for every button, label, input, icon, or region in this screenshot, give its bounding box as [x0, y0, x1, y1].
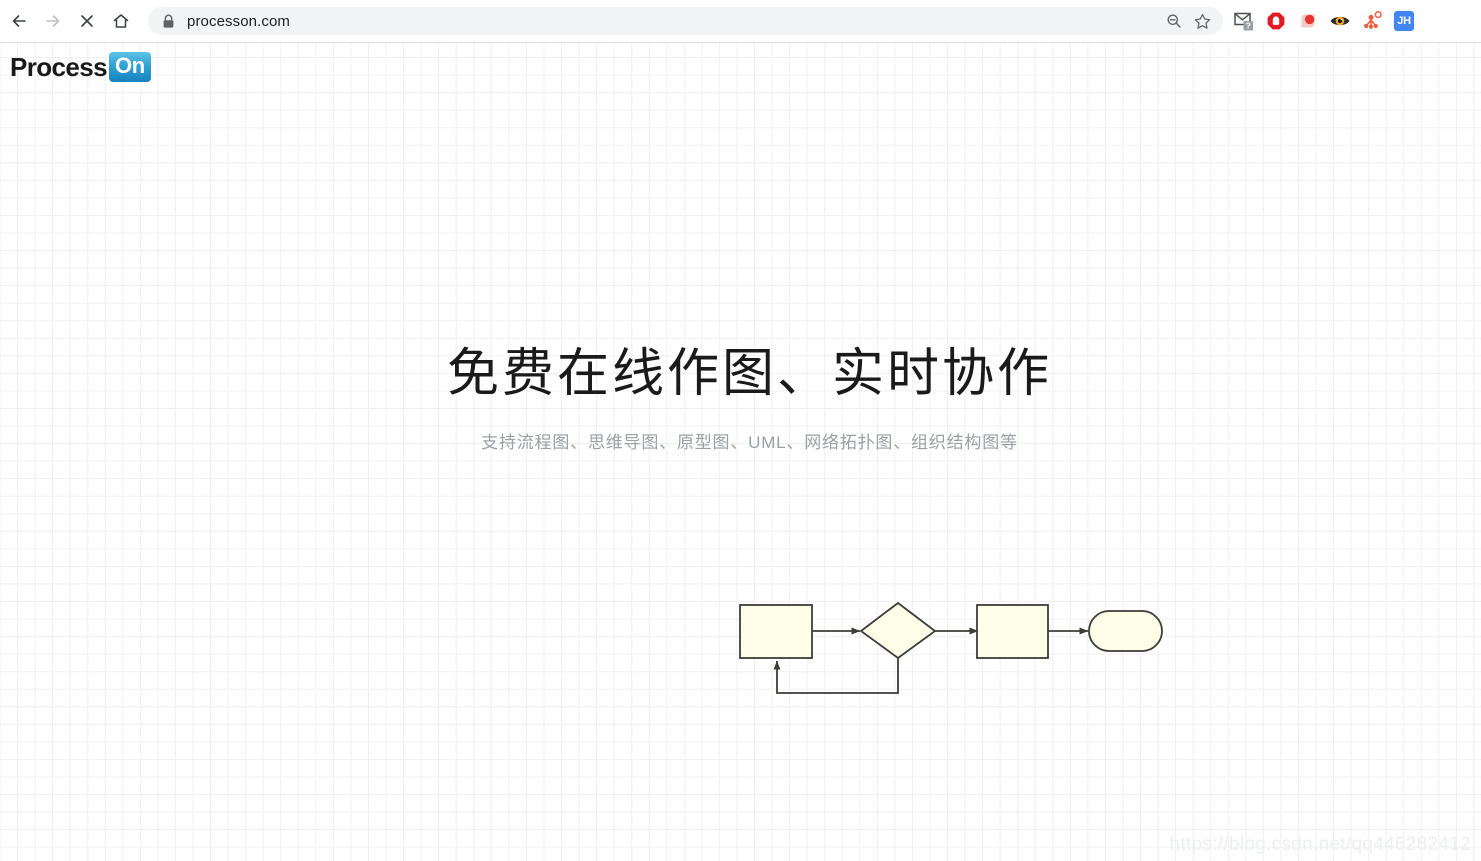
page-title: 免费在线作图、实时协作	[446, 345, 1052, 403]
red-blob-extension-icon[interactable]	[1293, 6, 1323, 36]
watermark-text: https://blog.csdn.net/qq446282412	[1169, 834, 1471, 855]
eye-tracking-icon[interactable]	[1325, 6, 1355, 36]
address-bar-text: processon.com	[187, 12, 291, 30]
flowchart-illustration	[739, 601, 1163, 694]
star-outline-icon[interactable]	[1189, 8, 1215, 34]
browser-toolbar: processon.com ? JH	[0, 0, 1481, 43]
node-graph-extension-icon[interactable]	[1357, 6, 1387, 36]
home-button[interactable]	[104, 4, 138, 38]
processon-logo[interactable]: Process On	[10, 52, 151, 82]
profile-avatar[interactable]: JH	[1389, 6, 1419, 36]
logo-text-accent: On	[108, 52, 151, 82]
back-button[interactable]	[2, 4, 36, 38]
navigation-buttons	[0, 4, 138, 38]
gmail-checker-icon[interactable]: ?	[1229, 6, 1259, 36]
stop-loading-button[interactable]	[70, 4, 104, 38]
feedback-loop	[773, 658, 899, 694]
terminator-node	[1088, 610, 1163, 652]
zoom-out-icon[interactable]	[1161, 8, 1187, 34]
omnibox-actions	[1161, 8, 1215, 34]
svg-text:?: ?	[1246, 20, 1251, 30]
lock-icon	[162, 14, 175, 29]
address-bar[interactable]: processon.com	[148, 7, 1223, 35]
forward-button[interactable]	[36, 4, 70, 38]
decision-node	[859, 601, 937, 660]
extensions-area: ? JH	[1229, 6, 1425, 36]
logo-text-primary: Process	[10, 52, 108, 82]
page-subtitle: 支持流程图、思维导图、原型图、UML、网络拓扑图、组织结构图等	[481, 433, 1018, 453]
hero-section: 免费在线作图、实时协作 支持流程图、思维导图、原型图、UML、网络拓扑图、组织结…	[0, 343, 1481, 453]
adblock-icon[interactable]	[1261, 6, 1291, 36]
process-node-2	[976, 604, 1049, 659]
process-node-1	[739, 604, 813, 659]
page-content: Process On 免费在线作图、实时协作 支持流程图、思维导图、原型图、UM…	[0, 43, 1481, 861]
profile-initials: JH	[1394, 11, 1414, 31]
